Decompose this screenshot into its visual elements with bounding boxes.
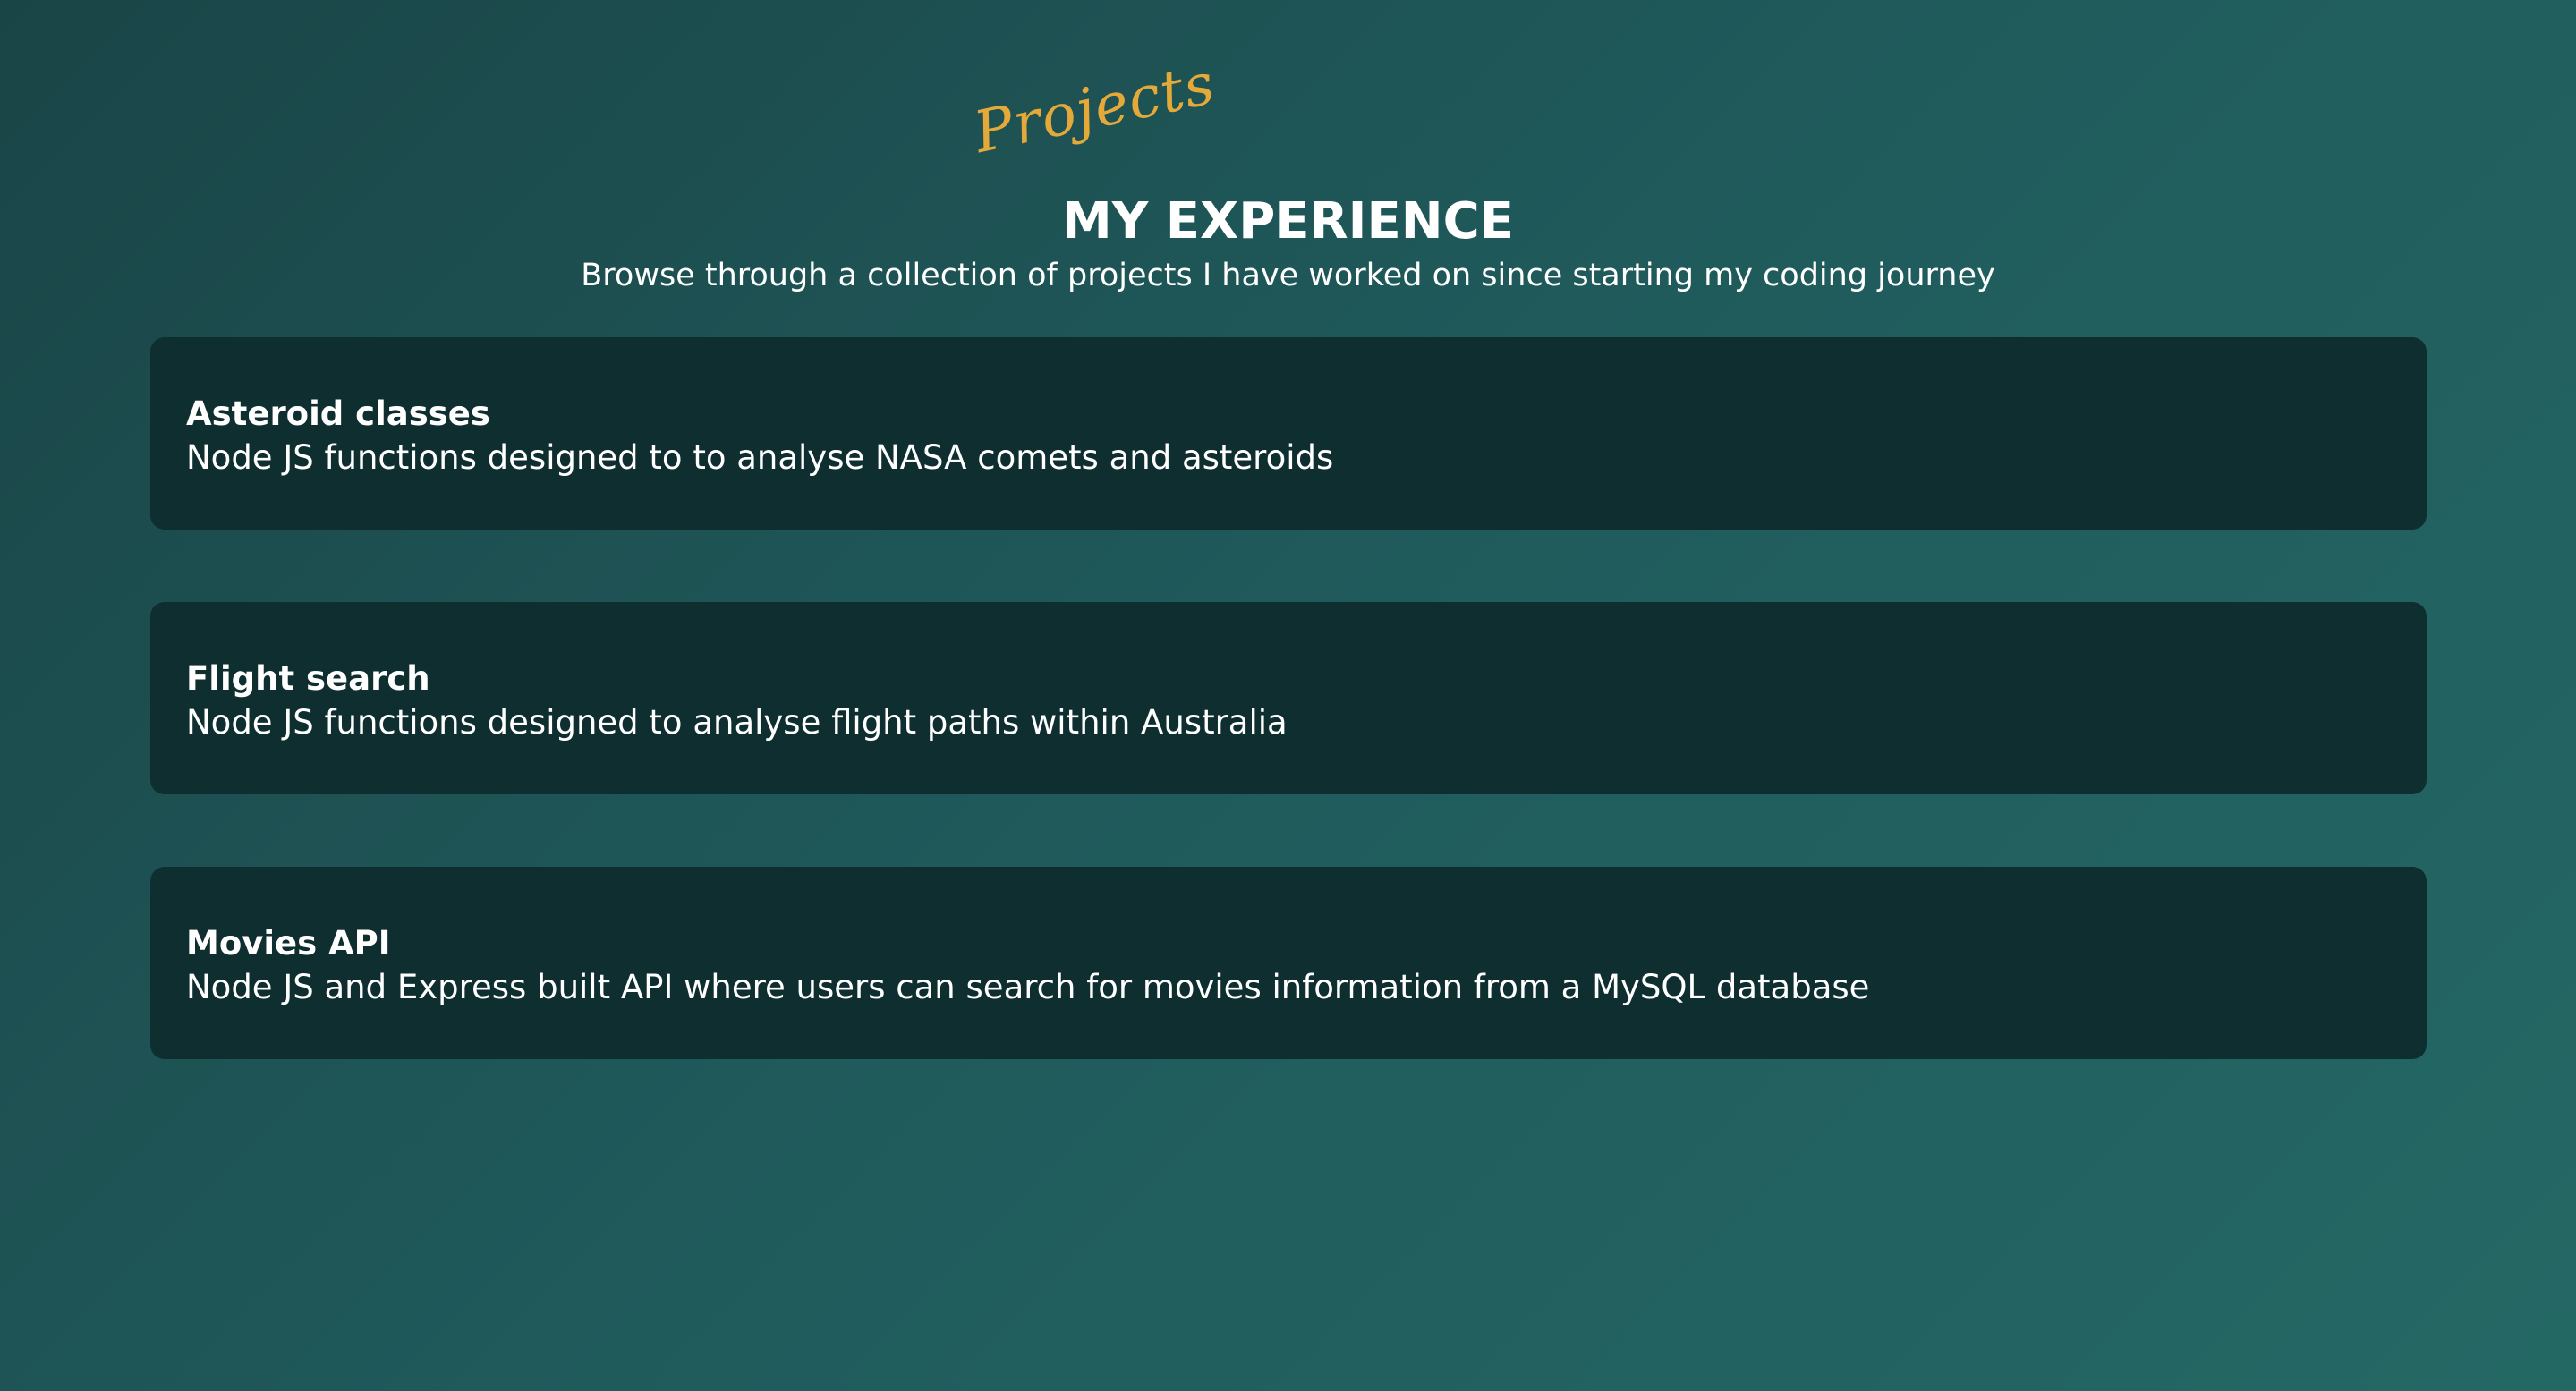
project-list: Asteroid classes Node JS functions desig… [150,337,2427,1132]
project-description: Node JS functions designed to analyse fl… [186,703,1288,742]
section-eyebrow: Projects [968,51,1221,167]
project-title: Flight search [186,659,430,698]
project-title: Movies API [186,924,391,963]
project-card-movies-api[interactable]: Movies API Node JS and Express built API… [150,867,2427,1059]
experience-page: Projects MY EXPERIENCE Browse through a … [0,0,2576,1391]
project-title: Asteroid classes [186,394,490,433]
page-title: MY EXPERIENCE [1062,192,1514,250]
project-card-flight-search[interactable]: Flight search Node JS functions designed… [150,602,2427,794]
project-description: Node JS and Express built API where user… [186,968,1870,1006]
page-subtitle: Browse through a collection of projects … [581,258,1995,293]
project-description: Node JS functions designed to to analyse… [186,438,1334,477]
project-card-asteroid-classes[interactable]: Asteroid classes Node JS functions desig… [150,337,2427,530]
section-header: Projects MY EXPERIENCE Browse through a … [0,0,2576,322]
